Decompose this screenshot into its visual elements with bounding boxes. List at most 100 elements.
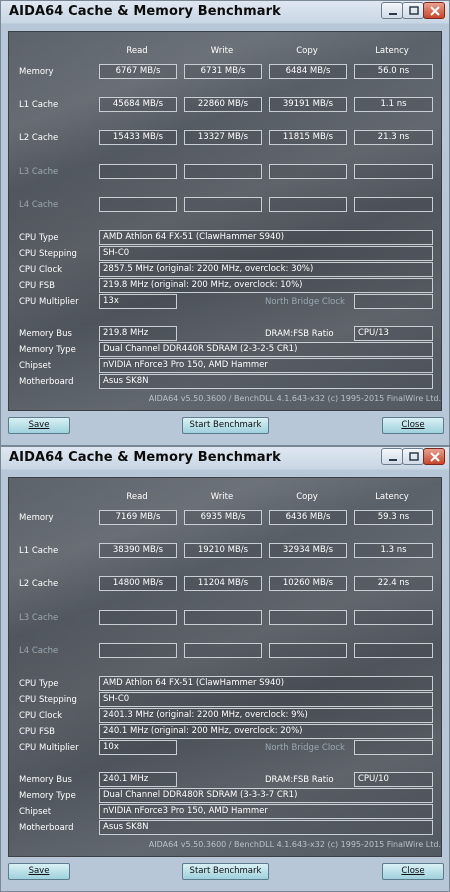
l2-copy-value: 10260 MB/s — [269, 576, 347, 591]
cpu-clock-label: CPU Clock — [19, 265, 63, 275]
close-button-label: Close — [401, 866, 425, 876]
cpu-clock-value: 2401.3 MHz (original: 2200 MHz, overcloc… — [99, 708, 433, 723]
benchmark-window-2: AIDA64 Cache & Memory Benchmark Read Wri… — [0, 446, 450, 892]
start-benchmark-label: Start Benchmark — [189, 420, 262, 430]
l3-copy-value — [269, 164, 347, 179]
row-label-l2: L2 Cache — [19, 133, 59, 143]
maximize-icon — [409, 452, 419, 461]
north-bridge-clock-label: North Bridge Clock — [265, 297, 345, 307]
l2-latency-value: 21.3 ns — [354, 130, 433, 145]
l1-latency-value: 1.1 ns — [354, 97, 433, 112]
header-copy: Copy — [296, 492, 318, 502]
cpu-type-label: CPU Type — [19, 679, 59, 689]
row-label-memory: Memory — [19, 513, 54, 523]
l1-write-value: 19210 MB/s — [184, 543, 262, 558]
l3-write-value — [184, 610, 262, 625]
cpu-stepping-label: CPU Stepping — [19, 249, 77, 259]
row-label-l3: L3 Cache — [19, 167, 59, 177]
memory-copy-value: 6484 MB/s — [269, 64, 347, 79]
motherboard-value: Asus SK8N — [99, 374, 433, 389]
l4-latency-value — [354, 643, 433, 658]
l2-latency-value: 22.4 ns — [354, 576, 433, 591]
start-benchmark-label: Start Benchmark — [189, 866, 262, 876]
cpu-fsb-label: CPU FSB — [19, 727, 55, 737]
chipset-value: nVIDIA nForce3 Pro 150, AMD Hammer — [99, 358, 433, 373]
close-window-button[interactable] — [423, 2, 445, 19]
l3-write-value — [184, 164, 262, 179]
l4-read-value — [99, 197, 177, 212]
dram-fsb-ratio-value: CPU/13 — [354, 326, 433, 341]
close-button[interactable]: Close — [382, 863, 444, 880]
cpu-stepping-value: SH-C0 — [99, 246, 433, 261]
close-button-label: Close — [401, 420, 425, 430]
memory-bus-label: Memory Bus — [19, 329, 72, 339]
row-label-l1: L1 Cache — [19, 546, 59, 556]
memory-latency-value: 59.3 ns — [354, 510, 433, 525]
close-button[interactable]: Close — [382, 417, 444, 434]
start-benchmark-button[interactable]: Start Benchmark — [182, 417, 269, 434]
minimize-button[interactable] — [381, 2, 403, 19]
maximize-button[interactable] — [402, 2, 424, 19]
save-button-label: Save — [28, 420, 50, 430]
cpu-fsb-label: CPU FSB — [19, 281, 55, 291]
header-write: Write — [210, 46, 234, 56]
memory-type-value: Dual Channel DDR480R SDRAM (3-3-3-7 CR1) — [99, 788, 433, 803]
close-icon — [430, 452, 440, 462]
l3-read-value — [99, 164, 177, 179]
title-bar[interactable]: AIDA64 Cache & Memory Benchmark — [1, 1, 449, 25]
chipset-label: Chipset — [19, 361, 52, 371]
l2-copy-value: 11815 MB/s — [269, 130, 347, 145]
results-panel: Read Write Copy Latency Memory 6767 MB/s… — [8, 31, 442, 411]
l1-read-value: 38390 MB/s — [99, 543, 177, 558]
l4-copy-value — [269, 643, 347, 658]
window-title: AIDA64 Cache & Memory Benchmark — [9, 450, 281, 465]
cpu-multiplier-label: CPU Multiplier — [19, 743, 79, 753]
north-bridge-clock-value — [354, 294, 433, 309]
close-window-button[interactable] — [423, 448, 445, 465]
memory-type-value: Dual Channel DDR440R SDRAM (2-3-2-5 CR1) — [99, 342, 433, 357]
l4-copy-value — [269, 197, 347, 212]
minimize-button[interactable] — [381, 448, 403, 465]
l1-copy-value: 32934 MB/s — [269, 543, 347, 558]
minimize-icon — [389, 13, 397, 15]
title-bar[interactable]: AIDA64 Cache & Memory Benchmark — [1, 447, 449, 471]
minimize-icon — [389, 459, 397, 461]
maximize-button[interactable] — [402, 448, 424, 465]
row-label-l4: L4 Cache — [19, 200, 59, 210]
row-label-l1: L1 Cache — [19, 100, 59, 110]
memory-bus-value: 240.1 MHz — [99, 772, 177, 787]
l4-read-value — [99, 643, 177, 658]
close-icon — [430, 6, 440, 16]
l1-write-value: 22860 MB/s — [184, 97, 262, 112]
l1-read-value: 45684 MB/s — [99, 97, 177, 112]
l3-copy-value — [269, 610, 347, 625]
cpu-multiplier-value: 13x — [99, 294, 177, 309]
window-title: AIDA64 Cache & Memory Benchmark — [9, 4, 281, 19]
l3-latency-value — [354, 610, 433, 625]
cpu-fsb-value: 240.1 MHz (original: 200 MHz, overclock:… — [99, 724, 433, 739]
memory-type-label: Memory Type — [19, 791, 76, 801]
motherboard-label: Motherboard — [19, 377, 74, 387]
cpu-type-value: AMD Athlon 64 FX-51 (ClawHammer S940) — [99, 676, 433, 691]
memory-bus-label: Memory Bus — [19, 775, 72, 785]
l2-read-value: 15433 MB/s — [99, 130, 177, 145]
cpu-fsb-value: 219.8 MHz (original: 200 MHz, overclock:… — [99, 278, 433, 293]
save-button-label: Save — [28, 866, 50, 876]
header-latency: Latency — [375, 46, 409, 56]
cpu-clock-value: 2857.5 MHz (original: 2200 MHz, overcloc… — [99, 262, 433, 277]
copyright-footer: AIDA64 v5.50.3600 / BenchDLL 4.1.643-x32… — [148, 840, 441, 849]
l1-copy-value: 39191 MB/s — [269, 97, 347, 112]
start-benchmark-button[interactable]: Start Benchmark — [182, 863, 269, 880]
memory-read-value: 7169 MB/s — [99, 510, 177, 525]
save-button[interactable]: Save — [8, 417, 70, 434]
dram-fsb-ratio-label: DRAM:FSB Ratio — [265, 775, 334, 785]
cpu-stepping-value: SH-C0 — [99, 692, 433, 707]
save-button[interactable]: Save — [8, 863, 70, 880]
chipset-label: Chipset — [19, 807, 52, 817]
l4-write-value — [184, 643, 262, 658]
memory-copy-value: 6436 MB/s — [269, 510, 347, 525]
memory-read-value: 6767 MB/s — [99, 64, 177, 79]
dram-fsb-ratio-value: CPU/10 — [354, 772, 433, 787]
header-read: Read — [126, 46, 148, 56]
row-label-l2: L2 Cache — [19, 579, 59, 589]
